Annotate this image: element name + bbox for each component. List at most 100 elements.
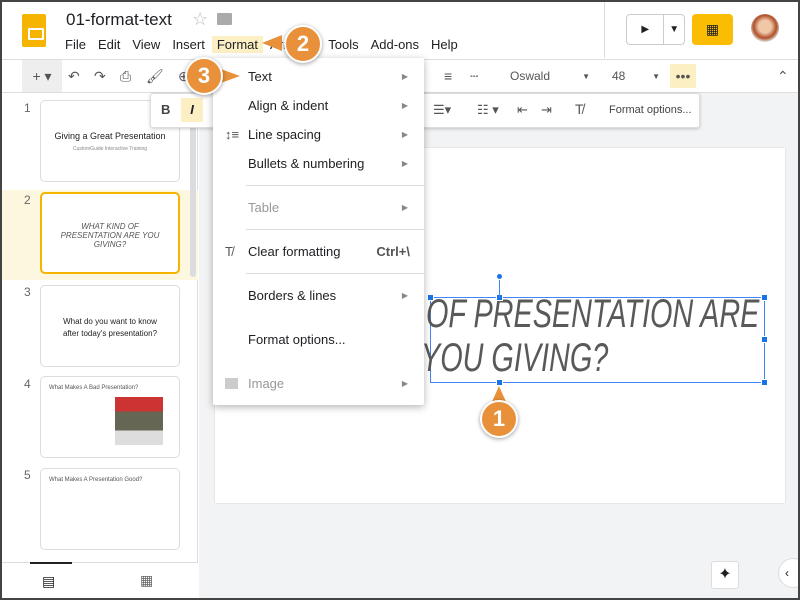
share-button[interactable]: ▦ bbox=[692, 14, 733, 45]
new-slide-button[interactable]: + ▾ bbox=[22, 60, 62, 92]
menu-item-label: Format options... bbox=[248, 331, 346, 347]
print-icon[interactable]: ⎙ bbox=[120, 60, 131, 92]
slide-text-line2[interactable]: YOU GIVING? bbox=[421, 336, 608, 381]
present-icon[interactable]: ▶ bbox=[627, 15, 665, 44]
menu-item-borders-lines[interactable]: Borders & lines ▶ bbox=[213, 281, 424, 309]
menu-item-label: Clear formatting bbox=[248, 243, 341, 259]
submenu-arrow-icon: ▶ bbox=[401, 71, 408, 81]
resize-handle[interactable] bbox=[427, 294, 434, 301]
filmstrip-view-bar: ▤ ▦ bbox=[2, 562, 198, 598]
callout-1: 1 bbox=[480, 400, 518, 438]
thumb-title: What do you want to know after today's p… bbox=[62, 317, 158, 338]
slide-thumb-3[interactable]: What do you want to know after today's p… bbox=[40, 285, 180, 367]
menu-item-table: Table ▶ bbox=[213, 193, 424, 221]
present-button[interactable]: ▶ ▼ bbox=[626, 14, 685, 45]
resize-handle[interactable] bbox=[496, 379, 503, 386]
menu-item-align-indent[interactable]: Align & indent ▶ bbox=[213, 91, 424, 119]
decrease-indent-icon[interactable]: ⇤ bbox=[517, 102, 528, 118]
slide-thumb-4[interactable]: What Makes A Bad Presentation? bbox=[40, 376, 180, 458]
submenu-arrow-icon: ▶ bbox=[401, 129, 408, 139]
font-name: Oswald bbox=[510, 69, 551, 83]
menu-item-format-options[interactable]: Format options... bbox=[213, 325, 424, 353]
line-spacing-icon: ↕≡ bbox=[225, 126, 240, 142]
format-options-button[interactable]: Format options... bbox=[609, 104, 692, 116]
submenu-arrow-icon: ▶ bbox=[401, 158, 408, 168]
slides-logo-icon[interactable] bbox=[22, 14, 46, 47]
menu-item-label: Table bbox=[248, 199, 280, 215]
collapse-icon[interactable]: ⌃ bbox=[777, 60, 789, 92]
thumb-subtitle: CustomGuide Interactive Training bbox=[72, 146, 148, 152]
filmstrip: 1 Giving a Great Presentation CustomGuid… bbox=[2, 93, 198, 562]
menu-item-label: Line spacing bbox=[248, 126, 321, 142]
italic-button[interactable]: I bbox=[181, 98, 203, 122]
submenu-arrow-icon: ▶ bbox=[401, 290, 408, 300]
font-size-select[interactable]: 48 ▼ bbox=[612, 60, 660, 92]
resize-handle[interactable] bbox=[761, 294, 768, 301]
menu-item-text[interactable]: Text ▶ bbox=[213, 62, 424, 90]
menu-item-image: Image ▶ bbox=[213, 369, 424, 397]
slide-number: 4 bbox=[24, 377, 31, 391]
shortcut: Ctrl+\ bbox=[376, 243, 410, 259]
clear-formatting-icon[interactable]: T̸ bbox=[575, 101, 584, 117]
slide-number: 2 bbox=[24, 193, 31, 207]
font-select[interactable]: Oswald ▼ bbox=[510, 60, 590, 92]
numbered-list-icon[interactable]: ☰▾ bbox=[433, 102, 451, 118]
menu-item-label: Text bbox=[248, 68, 272, 84]
text-box[interactable]: OF PRESENTATION ARE YOU GIVING? bbox=[421, 273, 768, 386]
thumb-title: What Makes A Presentation Good? bbox=[49, 477, 143, 483]
callout-3: 3 bbox=[185, 57, 223, 95]
menu-addons[interactable]: Add-ons bbox=[366, 36, 424, 53]
menu-item-label: Bullets & numbering bbox=[248, 155, 365, 171]
bold-button[interactable]: B bbox=[161, 102, 170, 117]
menu-tools[interactable]: Tools bbox=[323, 36, 363, 53]
border-weight-icon[interactable]: ≡ bbox=[444, 60, 452, 92]
menu-item-line-spacing[interactable]: ↕≡ Line spacing ▶ bbox=[213, 120, 424, 148]
menu-edit[interactable]: Edit bbox=[93, 36, 125, 53]
building-icon: ▦ bbox=[705, 21, 720, 37]
folder-icon[interactable] bbox=[217, 13, 232, 25]
explore-icon[interactable]: ✦ bbox=[711, 561, 739, 589]
format-menu: Text ▶ Align & indent ▶ ↕≡ Line spacing ▶ Bu… bbox=[213, 58, 424, 405]
document-title[interactable]: 01-format-text bbox=[66, 10, 172, 30]
present-dropdown-icon[interactable]: ▼ bbox=[664, 15, 684, 44]
slide-number: 3 bbox=[24, 285, 31, 299]
star-icon[interactable]: ☆ bbox=[192, 9, 208, 30]
menu-item-label: Borders & lines bbox=[248, 287, 337, 303]
slide-text-line1[interactable]: OF PRESENTATION ARE bbox=[426, 292, 759, 337]
menu-format[interactable]: Format bbox=[211, 36, 263, 53]
more-icon[interactable]: ••• bbox=[670, 64, 696, 88]
menu-item-clear-formatting[interactable]: T̸ Clear formatting Ctrl+\ bbox=[213, 237, 424, 265]
menu-item-bullets-numbering[interactable]: Bullets & numbering ▶ bbox=[213, 149, 424, 177]
slide-thumb-2[interactable]: WHAT KIND OF PRESENTATION ARE YOU GIVING… bbox=[40, 192, 180, 274]
increase-indent-icon[interactable]: ⇥ bbox=[541, 102, 552, 118]
menu-view[interactable]: View bbox=[127, 36, 165, 53]
menu-divider bbox=[246, 229, 424, 230]
thumb-photo bbox=[115, 397, 163, 445]
filmstrip-view-icon[interactable]: ▤ bbox=[42, 573, 55, 590]
submenu-arrow-icon: ▶ bbox=[401, 100, 408, 110]
bulleted-list-icon[interactable]: ☷ ▾ bbox=[477, 102, 499, 118]
resize-handle[interactable] bbox=[761, 379, 768, 386]
rotate-line bbox=[499, 278, 500, 298]
font-size: 48 bbox=[612, 69, 626, 83]
menu-item-label: Image bbox=[248, 375, 285, 391]
side-panel-toggle-icon[interactable]: ‹ bbox=[778, 558, 800, 588]
avatar[interactable] bbox=[751, 14, 779, 42]
clear-formatting-icon: T̸ bbox=[225, 243, 233, 259]
resize-handle[interactable] bbox=[761, 336, 768, 343]
menu-insert[interactable]: Insert bbox=[167, 36, 210, 53]
menu-divider bbox=[246, 185, 424, 186]
menu-file[interactable]: File bbox=[60, 36, 91, 53]
paint-format-icon[interactable]: 🖌 bbox=[146, 60, 164, 92]
rotate-handle[interactable] bbox=[496, 273, 503, 280]
thumb-title: Giving a Great Presentation bbox=[54, 131, 166, 141]
slide-thumb-5[interactable]: What Makes A Presentation Good? bbox=[40, 468, 180, 550]
callout-2: 2 bbox=[284, 25, 322, 63]
submenu-arrow-icon: ▶ bbox=[401, 202, 408, 212]
grid-view-icon[interactable]: ▦ bbox=[140, 572, 153, 589]
menu-help[interactable]: Help bbox=[426, 36, 463, 53]
undo-icon[interactable]: ↶ bbox=[68, 60, 80, 92]
redo-icon[interactable]: ↷ bbox=[94, 60, 106, 92]
border-dash-icon[interactable]: ┄ bbox=[470, 60, 478, 92]
image-icon bbox=[225, 377, 238, 389]
